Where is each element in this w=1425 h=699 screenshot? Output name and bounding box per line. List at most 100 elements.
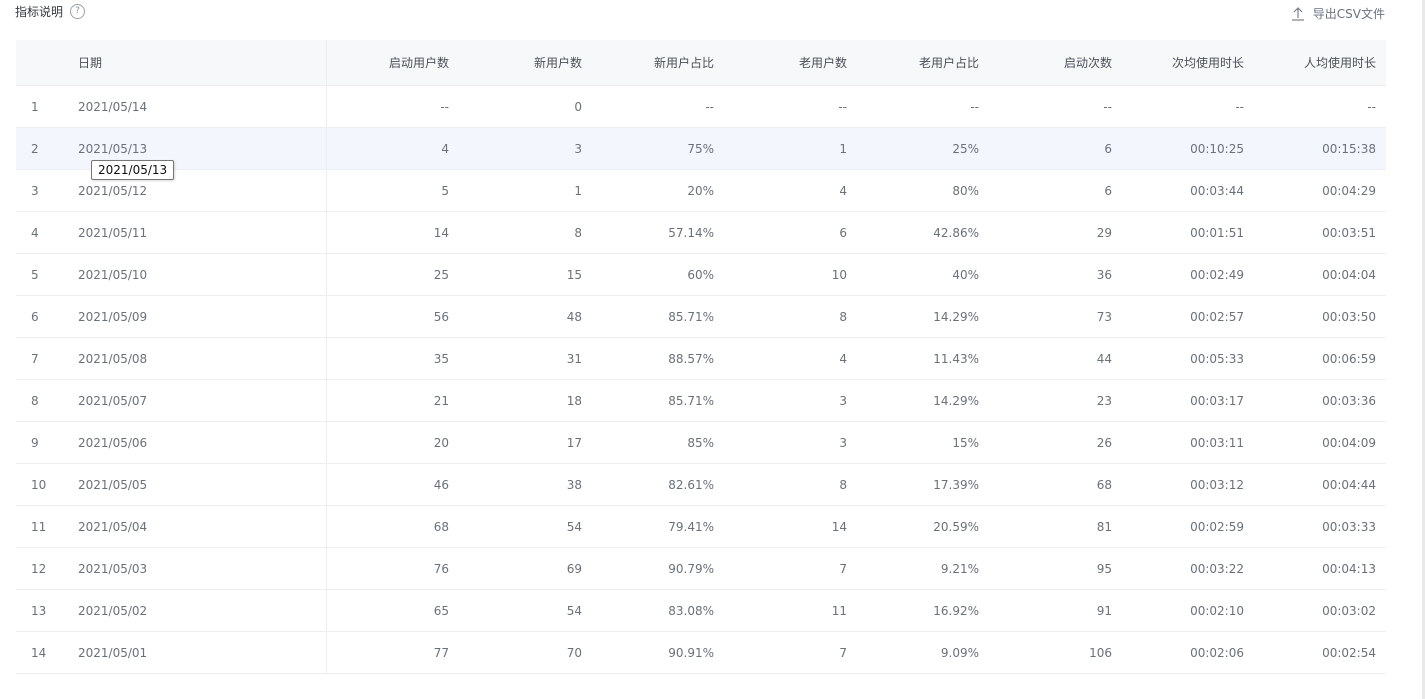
cell-date: 2021/05/01 xyxy=(63,631,327,674)
cell-launch-users: 20 xyxy=(326,421,459,464)
cell-new-user-ratio: 82.61% xyxy=(592,463,724,506)
date-tooltip: 2021/05/13 xyxy=(91,160,175,180)
cell-new-user-ratio: 79.41% xyxy=(592,505,724,548)
toolbar: 指标说明 ? 导出CSV文件 xyxy=(0,0,1425,26)
cell-avg-session-duration: 00:01:51 xyxy=(1122,211,1254,254)
table-row[interactable]: 12 2021/05/03 76 69 90.79% 7 9.21% 95 00:03:22 00… xyxy=(16,547,1386,590)
cell-new-users: 69 xyxy=(459,547,592,590)
table-row[interactable]: 7 2021/05/08 35 31 88.57% 4 11.43% 44 00:05:33 00… xyxy=(16,337,1386,380)
table-row[interactable]: 2 2021/05/13 4 3 75% 1 25% 6 00:10:25 00:15:38 xyxy=(16,127,1386,170)
cell-launch-users: 65 xyxy=(326,589,459,632)
table-row[interactable]: 1 2021/05/14 -- 0 -- -- -- -- -- -- xyxy=(16,85,1386,128)
cell-returning-users: 7 xyxy=(724,631,857,674)
cell-index: 6 xyxy=(16,295,63,338)
cell-launch-users: 21 xyxy=(326,379,459,422)
cell-new-user-ratio: 60% xyxy=(592,253,724,296)
table-header-row: 日期 启动用户数 新用户数 新用户占比 老用户数 老用户占比 启动次数 次均使用时长 人均使用时… xyxy=(16,40,1386,86)
cell-index: 4 xyxy=(16,211,63,254)
table-row[interactable]: 14 2021/05/01 77 70 90.91% 7 9.09% 106 00:02:06 0… xyxy=(16,631,1386,674)
cell-avg-session-duration: 00:03:44 xyxy=(1122,169,1254,212)
cell-new-user-ratio: 20% xyxy=(592,169,724,212)
cell-returning-users: 7 xyxy=(724,547,857,590)
cell-new-users: 31 xyxy=(459,337,592,380)
column-header-index xyxy=(16,40,63,86)
cell-returning-users: 4 xyxy=(724,337,857,380)
cell-new-users: 18 xyxy=(459,379,592,422)
cell-date: 2021/05/03 xyxy=(63,547,327,590)
cell-new-user-ratio: 75% xyxy=(592,127,724,170)
cell-new-users: 1 xyxy=(459,169,592,212)
cell-new-user-ratio: 88.57% xyxy=(592,337,724,380)
table-row[interactable]: 8 2021/05/07 21 18 85.71% 3 14.29% 23 00:03:17 00… xyxy=(16,379,1386,422)
table-row[interactable]: 5 2021/05/10 25 15 60% 10 40% 36 00:02:49 00:04:0… xyxy=(16,253,1386,296)
cell-launch-count: 23 xyxy=(989,379,1122,422)
column-header-new-user-ratio[interactable]: 新用户占比 xyxy=(592,40,724,86)
column-header-avg-session-duration[interactable]: 次均使用时长 xyxy=(1122,40,1254,86)
cell-launch-count: 6 xyxy=(989,169,1122,212)
cell-avg-user-duration: 00:04:04 xyxy=(1254,253,1386,296)
cell-avg-user-duration: 00:04:44 xyxy=(1254,463,1386,506)
cell-avg-user-duration: 00:15:38 xyxy=(1254,127,1386,170)
table-row[interactable]: 11 2021/05/04 68 54 79.41% 14 20.59% 81 00:02:59… xyxy=(16,505,1386,548)
cell-returning-user-ratio: 9.09% xyxy=(857,631,989,674)
column-header-returning-users[interactable]: 老用户数 xyxy=(724,40,857,86)
cell-launch-count: 68 xyxy=(989,463,1122,506)
cell-launch-count: 29 xyxy=(989,211,1122,254)
cell-date: 2021/05/07 xyxy=(63,379,327,422)
cell-avg-user-duration: 00:03:36 xyxy=(1254,379,1386,422)
cell-returning-user-ratio: 14.29% xyxy=(857,295,989,338)
column-header-avg-user-duration[interactable]: 人均使用时长 xyxy=(1254,40,1386,86)
help-circle-icon[interactable]: ? xyxy=(70,4,86,19)
cell-new-users: 54 xyxy=(459,505,592,548)
cell-avg-user-duration: 00:04:29 xyxy=(1254,169,1386,212)
cell-date: 2021/05/02 xyxy=(63,589,327,632)
cell-avg-user-duration: 00:03:02 xyxy=(1254,589,1386,632)
cell-index: 12 xyxy=(16,547,63,590)
cell-launch-count: 91 xyxy=(989,589,1122,632)
cell-new-user-ratio: 57.14% xyxy=(592,211,724,254)
cell-launch-users: 5 xyxy=(326,169,459,212)
cell-new-users: 3 xyxy=(459,127,592,170)
cell-avg-user-duration: 00:04:13 xyxy=(1254,547,1386,590)
cell-launch-users: 68 xyxy=(326,505,459,548)
cell-index: 13 xyxy=(16,589,63,632)
export-csv-button[interactable]: 导出CSV文件 xyxy=(1291,5,1385,22)
column-header-returning-user-ratio[interactable]: 老用户占比 xyxy=(857,40,989,86)
cell-avg-session-duration: 00:03:11 xyxy=(1122,421,1254,464)
cell-index: 8 xyxy=(16,379,63,422)
cell-launch-users: 14 xyxy=(326,211,459,254)
column-header-new-users[interactable]: 新用户数 xyxy=(459,40,592,86)
cell-returning-user-ratio: 11.43% xyxy=(857,337,989,380)
table-row[interactable]: 3 2021/05/12 5 1 20% 4 80% 6 00:03:44 00:04:29 xyxy=(16,169,1386,212)
cell-launch-count: 106 xyxy=(989,631,1122,674)
cell-date: 2021/05/05 xyxy=(63,463,327,506)
column-header-launch-users[interactable]: 启动用户数 xyxy=(326,40,459,86)
table-row[interactable]: 9 2021/05/06 20 17 85% 3 15% 26 00:03:11 00:04:09 xyxy=(16,421,1386,464)
cell-avg-session-duration: 00:05:33 xyxy=(1122,337,1254,380)
table-row[interactable]: 6 2021/05/09 56 48 85.71% 8 14.29% 73 00:02:57 00… xyxy=(16,295,1386,338)
cell-index: 14 xyxy=(16,631,63,674)
cell-returning-users: 3 xyxy=(724,421,857,464)
cell-avg-session-duration: 00:03:12 xyxy=(1122,463,1254,506)
cell-launch-count: 95 xyxy=(989,547,1122,590)
cell-new-users: 15 xyxy=(459,253,592,296)
table-row[interactable]: 13 2021/05/02 65 54 83.08% 11 16.92% 91 00:02:10… xyxy=(16,589,1386,632)
column-header-launch-count[interactable]: 启动次数 xyxy=(989,40,1122,86)
cell-returning-users: 8 xyxy=(724,463,857,506)
data-table: 日期 启动用户数 新用户数 新用户占比 老用户数 老用户占比 启动次数 次均使用时长 人均使用时… xyxy=(16,40,1386,674)
cell-date: 2021/05/10 xyxy=(63,253,327,296)
cell-launch-count: 6 xyxy=(989,127,1122,170)
cell-avg-user-duration: 00:02:54 xyxy=(1254,631,1386,674)
cell-launch-users: 56 xyxy=(326,295,459,338)
cell-returning-users: 4 xyxy=(724,169,857,212)
cell-new-user-ratio: 90.91% xyxy=(592,631,724,674)
cell-avg-session-duration: 00:02:59 xyxy=(1122,505,1254,548)
cell-new-users: 0 xyxy=(459,85,592,128)
column-header-date[interactable]: 日期 xyxy=(63,40,327,86)
cell-returning-user-ratio: 17.39% xyxy=(857,463,989,506)
cell-new-users: 48 xyxy=(459,295,592,338)
table-row[interactable]: 10 2021/05/05 46 38 82.61% 8 17.39% 68 00:03:12 0… xyxy=(16,463,1386,506)
cell-date: 2021/05/14 xyxy=(63,85,327,128)
cell-avg-session-duration: 00:02:10 xyxy=(1122,589,1254,632)
table-row[interactable]: 4 2021/05/11 14 8 57.14% 6 42.86% 29 00:01:51 00:… xyxy=(16,211,1386,254)
